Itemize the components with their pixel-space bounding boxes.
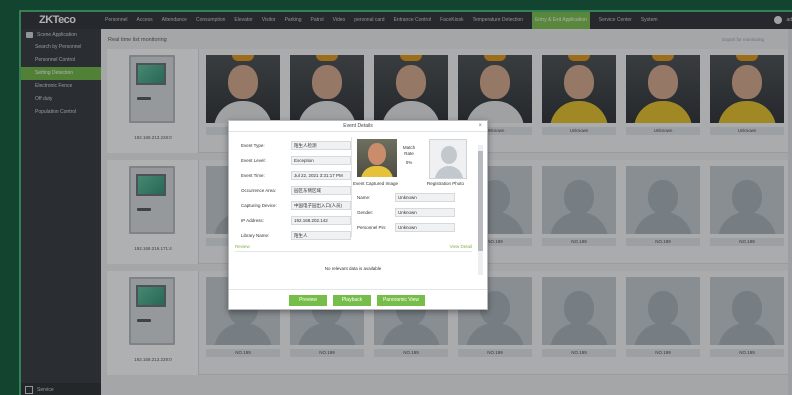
field-label: Capturing Device: — [241, 203, 277, 208]
field-label: Name: — [357, 195, 371, 200]
event-field: Event Time: Jul 22, 2021 3:31:17 PM — [241, 171, 351, 180]
field-label: Personnel Pin: — [357, 225, 387, 230]
field-value: Unknown — [395, 223, 455, 232]
field-value: 陌生人检测 — [291, 141, 351, 150]
registration-photo-caption: Registration Photo — [427, 181, 465, 186]
field-label: Library Name: — [241, 233, 270, 238]
event-field: Library Name: 陌生人 — [241, 231, 351, 240]
field-value: 园区东侧区域 — [291, 186, 351, 195]
field-label: IP Address: — [241, 218, 264, 223]
dialog-title: Event Details — [229, 121, 487, 132]
dialog-divider — [351, 137, 352, 237]
field-value: Unknown — [395, 208, 455, 217]
review-tab[interactable]: Review — [235, 244, 250, 249]
field-value: Exception — [291, 156, 351, 165]
field-value: 192.168.202.142 — [291, 216, 351, 225]
field-value: Unknown — [395, 193, 455, 202]
captured-image-caption: Event Captured Image — [353, 181, 399, 186]
dialog-footer: Preview Playback Panoramic View — [229, 289, 487, 309]
field-label: Event Level: — [241, 158, 266, 163]
field-label: Event Type: — [241, 143, 265, 148]
field-value: 中国电子园出入口(人员) — [291, 201, 351, 210]
no-data-message: No relevant data is available — [324, 266, 382, 271]
field-value: Jul 22, 2021 3:31:17 PM — [291, 171, 351, 180]
event-field: Event Type: 陌生人检测 — [241, 141, 351, 150]
event-details-dialog: Event Details × Event Type: 陌生人检测 Event Le… — [228, 120, 488, 310]
field-label: Event Time: — [241, 173, 265, 178]
person-field: Personnel Pin: Unknown — [357, 223, 455, 232]
field-value: 陌生人 — [291, 231, 351, 240]
person-field: Name: Unknown — [357, 193, 455, 202]
view-detail-link[interactable]: View Detail — [450, 244, 472, 249]
match-rate: Match Rate 0% — [402, 145, 416, 165]
preview-button[interactable]: Preview — [289, 295, 327, 306]
field-label: Gender: — [357, 210, 374, 215]
dialog-scrollbar[interactable] — [478, 145, 483, 275]
field-label: Occurrence Area: — [241, 188, 277, 193]
registration-photo — [429, 139, 467, 179]
playback-button[interactable]: Playback — [333, 295, 371, 306]
review-section-header: Review View Detail — [235, 243, 472, 252]
event-field: Occurrence Area: 园区东侧区域 — [241, 186, 351, 195]
panoramic-view-button[interactable]: Panoramic View — [377, 295, 425, 306]
event-field: Capturing Device: 中国电子园出入口(人员) — [241, 201, 351, 210]
person-field: Gender: Unknown — [357, 208, 455, 217]
event-field: IP Address: 192.168.202.142 — [241, 216, 351, 225]
captured-image[interactable] — [357, 139, 397, 177]
close-icon[interactable]: × — [478, 123, 482, 129]
event-field: Event Level: Exception — [241, 156, 351, 165]
